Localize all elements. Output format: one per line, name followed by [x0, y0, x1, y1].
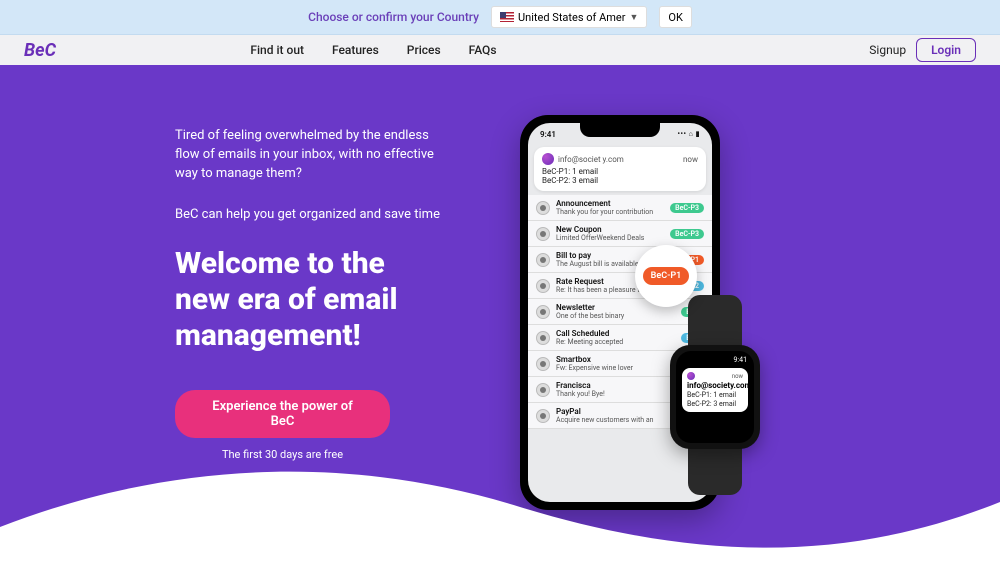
logo[interactable]: BeC [24, 40, 64, 61]
watch-notif-title: info@society.com [687, 381, 743, 390]
avatar-icon [536, 305, 550, 319]
notif-body: BeC-P1: 1 email BeC-P2: 3 email [542, 167, 698, 185]
watch-now: now [732, 373, 743, 380]
wave-divider [0, 447, 1000, 562]
priority-badge: BeC-P1 [643, 267, 690, 285]
email-subject: Announcement [556, 199, 664, 208]
hero-intro2: BeC can help you get organized and save … [175, 206, 445, 225]
watch-statusbar: 9:41 [680, 355, 750, 365]
header: BeC Find it out Features Prices FAQs Sig… [0, 35, 1000, 65]
phone-notch [580, 123, 660, 137]
bec-app-icon [542, 153, 554, 165]
avatar-icon [536, 331, 550, 345]
notification-card: info@societ y.com now BeC-P1: 1 email Be… [534, 147, 706, 191]
country-bar: Choose or confirm your Country United St… [0, 0, 1000, 35]
email-row: New CouponLimited OfferWeekend Deals BeC-… [528, 221, 712, 247]
hero-content: Tired of feeling overwhelmed by the endl… [175, 127, 445, 494]
hero-title: Welcome to the new era of email manageme… [175, 246, 445, 354]
avatar-icon [536, 279, 550, 293]
auth-actions: Signup Login [869, 38, 976, 62]
avatar-icon [536, 253, 550, 267]
priority-badge: BeC-P3 [670, 203, 704, 213]
signup-link[interactable]: Signup [869, 43, 906, 57]
country-selected: United States of Amer [518, 11, 625, 24]
signal-icon: ••• ⌂ ▮ [677, 130, 700, 138]
hero-intro: Tired of feeling overwhelmed by the endl… [175, 127, 445, 184]
phone-time: 9:41 [540, 130, 556, 139]
avatar-icon [536, 383, 550, 397]
nav-faqs[interactable]: FAQs [469, 43, 497, 57]
hero: Tired of feeling overwhelmed by the endl… [0, 65, 1000, 562]
email-preview: Thank you for your contribution [556, 208, 664, 216]
watch-notif-line2: BeC-P2: 3 email [687, 400, 743, 408]
us-flag-icon [500, 12, 514, 22]
nav-find[interactable]: Find it out [250, 43, 304, 57]
email-subject: New Coupon [556, 225, 664, 234]
main-nav: Find it out Features Prices FAQs [250, 43, 496, 57]
country-select[interactable]: United States of Amer ▼ [491, 6, 647, 28]
watch-time: 9:41 [734, 356, 748, 364]
nav-prices[interactable]: Prices [407, 43, 441, 57]
login-button[interactable]: Login [916, 38, 976, 62]
watch-notif-line1: BeC-P1: 1 email [687, 391, 743, 399]
bec-app-icon [687, 372, 695, 380]
email-preview: Limited OfferWeekend Deals [556, 234, 664, 242]
avatar-icon [536, 227, 550, 241]
country-label: Choose or confirm your Country [308, 10, 479, 24]
cta-button[interactable]: Experience the power of BeC [175, 390, 390, 438]
avatar-icon [536, 357, 550, 371]
avatar-icon [536, 409, 550, 423]
country-ok-button[interactable]: OK [659, 6, 691, 28]
email-preview: Acquire new customers with an [556, 416, 664, 424]
notif-time: now [683, 155, 698, 164]
chevron-down-icon: ▼ [629, 12, 638, 23]
priority-badge: BeC-P3 [670, 229, 704, 239]
nav-features[interactable]: Features [332, 43, 379, 57]
watch-screen: 9:41 now info@society.com BeC-P1: 1 emai… [676, 351, 754, 443]
priority-bubble: BeC-P1 [635, 245, 697, 307]
email-subject: PayPal [556, 407, 664, 416]
notif-app: info@societ y.com [558, 155, 624, 164]
watch-notif-card: now info@society.com BeC-P1: 1 email BeC… [682, 368, 748, 412]
watch-case: 9:41 now info@society.com BeC-P1: 1 emai… [670, 345, 760, 449]
email-row: AnnouncementThank you for your contribut… [528, 195, 712, 221]
avatar-icon [536, 201, 550, 215]
